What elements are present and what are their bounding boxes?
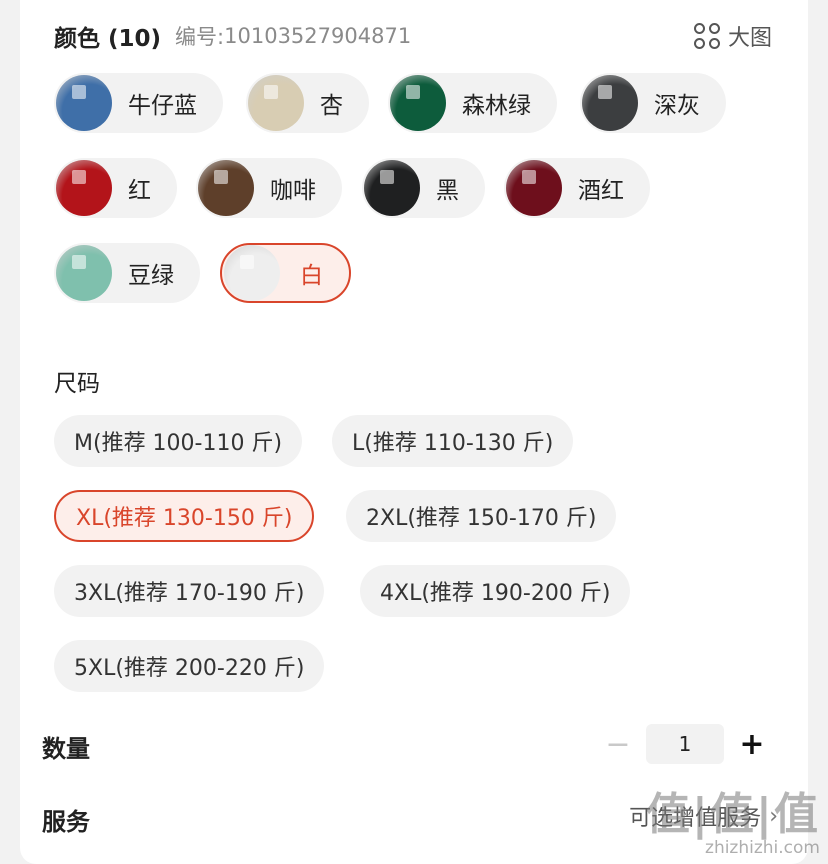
color-option-white[interactable]: 白 bbox=[220, 243, 351, 303]
decrease-quantity-button[interactable]: − bbox=[598, 724, 638, 764]
size-option-m[interactable]: M(推荐 100-110 斤) bbox=[54, 415, 303, 467]
color-option-black[interactable]: 黑 bbox=[362, 158, 485, 218]
sku-value: 10103527904871 bbox=[224, 24, 412, 48]
color-thumbnail bbox=[582, 75, 638, 131]
color-thumbnail bbox=[56, 245, 112, 301]
color-thumbnail bbox=[224, 245, 280, 301]
color-option-label: 深灰 bbox=[654, 93, 700, 119]
color-option-label: 咖啡 bbox=[270, 178, 316, 204]
color-option-label: 酒红 bbox=[578, 178, 624, 204]
color-option-red[interactable]: 红 bbox=[54, 158, 177, 218]
size-option-5xl[interactable]: 5XL(推荐 200-220 斤) bbox=[54, 640, 325, 692]
color-thumbnail bbox=[248, 75, 304, 131]
service-label: 服务 bbox=[42, 808, 90, 836]
color-option-wine-red[interactable]: 酒红 bbox=[504, 158, 650, 218]
color-option-label: 豆绿 bbox=[128, 263, 174, 289]
color-option-apricot[interactable]: 杏 bbox=[246, 73, 369, 133]
color-thumbnail bbox=[364, 160, 420, 216]
quantity-input[interactable]: 1 bbox=[646, 724, 724, 764]
color-thumbnail bbox=[390, 75, 446, 131]
color-option-label: 红 bbox=[128, 178, 151, 204]
size-option-2xl[interactable]: 2XL(推荐 150-170 斤) bbox=[346, 490, 617, 542]
big-image-label: 大图 bbox=[727, 26, 772, 51]
size-section-title: 尺码 bbox=[54, 371, 100, 397]
color-thumbnail bbox=[56, 160, 112, 216]
watermark: 值|值|值 zhizhizhi.com bbox=[645, 789, 820, 859]
color-option-label: 森林绿 bbox=[462, 93, 531, 119]
watermark-logo: 值|值|值 bbox=[645, 789, 820, 840]
sku-label: 编号: bbox=[175, 25, 225, 49]
color-section-title: 颜色 (10) bbox=[54, 26, 162, 52]
color-thumbnail bbox=[506, 160, 562, 216]
big-image-toggle[interactable]: 大图 bbox=[693, 18, 772, 54]
color-thumbnail bbox=[56, 75, 112, 131]
quantity-label: 数量 bbox=[42, 735, 90, 763]
color-option-coffee[interactable]: 咖啡 bbox=[196, 158, 342, 218]
grid-circles-icon bbox=[693, 23, 720, 49]
color-option-label: 杏 bbox=[320, 93, 343, 119]
quantity-stepper: − 1 + bbox=[598, 724, 772, 764]
size-option-3xl[interactable]: 3XL(推荐 170-190 斤) bbox=[54, 565, 325, 617]
size-option-l[interactable]: L(推荐 110-130 斤) bbox=[332, 415, 574, 467]
color-option-label: 白 bbox=[300, 263, 323, 289]
color-option-label: 牛仔蓝 bbox=[128, 93, 197, 119]
color-header: 颜色 (10) 编号: 10103527904871 大图 bbox=[54, 18, 788, 54]
color-option-bean-green[interactable]: 豆绿 bbox=[54, 243, 200, 303]
color-option-forest-green[interactable]: 森林绿 bbox=[388, 73, 557, 133]
color-option-dark-gray[interactable]: 深灰 bbox=[580, 73, 726, 133]
watermark-url: zhizhizhi.com bbox=[705, 838, 820, 858]
size-option-4xl[interactable]: 4XL(推荐 190-200 斤) bbox=[360, 565, 631, 617]
color-thumbnail bbox=[198, 160, 254, 216]
color-option-label: 黑 bbox=[436, 178, 459, 204]
size-option-xl[interactable]: XL(推荐 130-150 斤) bbox=[54, 490, 315, 542]
color-option-denim-blue[interactable]: 牛仔蓝 bbox=[54, 73, 223, 133]
increase-quantity-button[interactable]: + bbox=[732, 724, 772, 764]
